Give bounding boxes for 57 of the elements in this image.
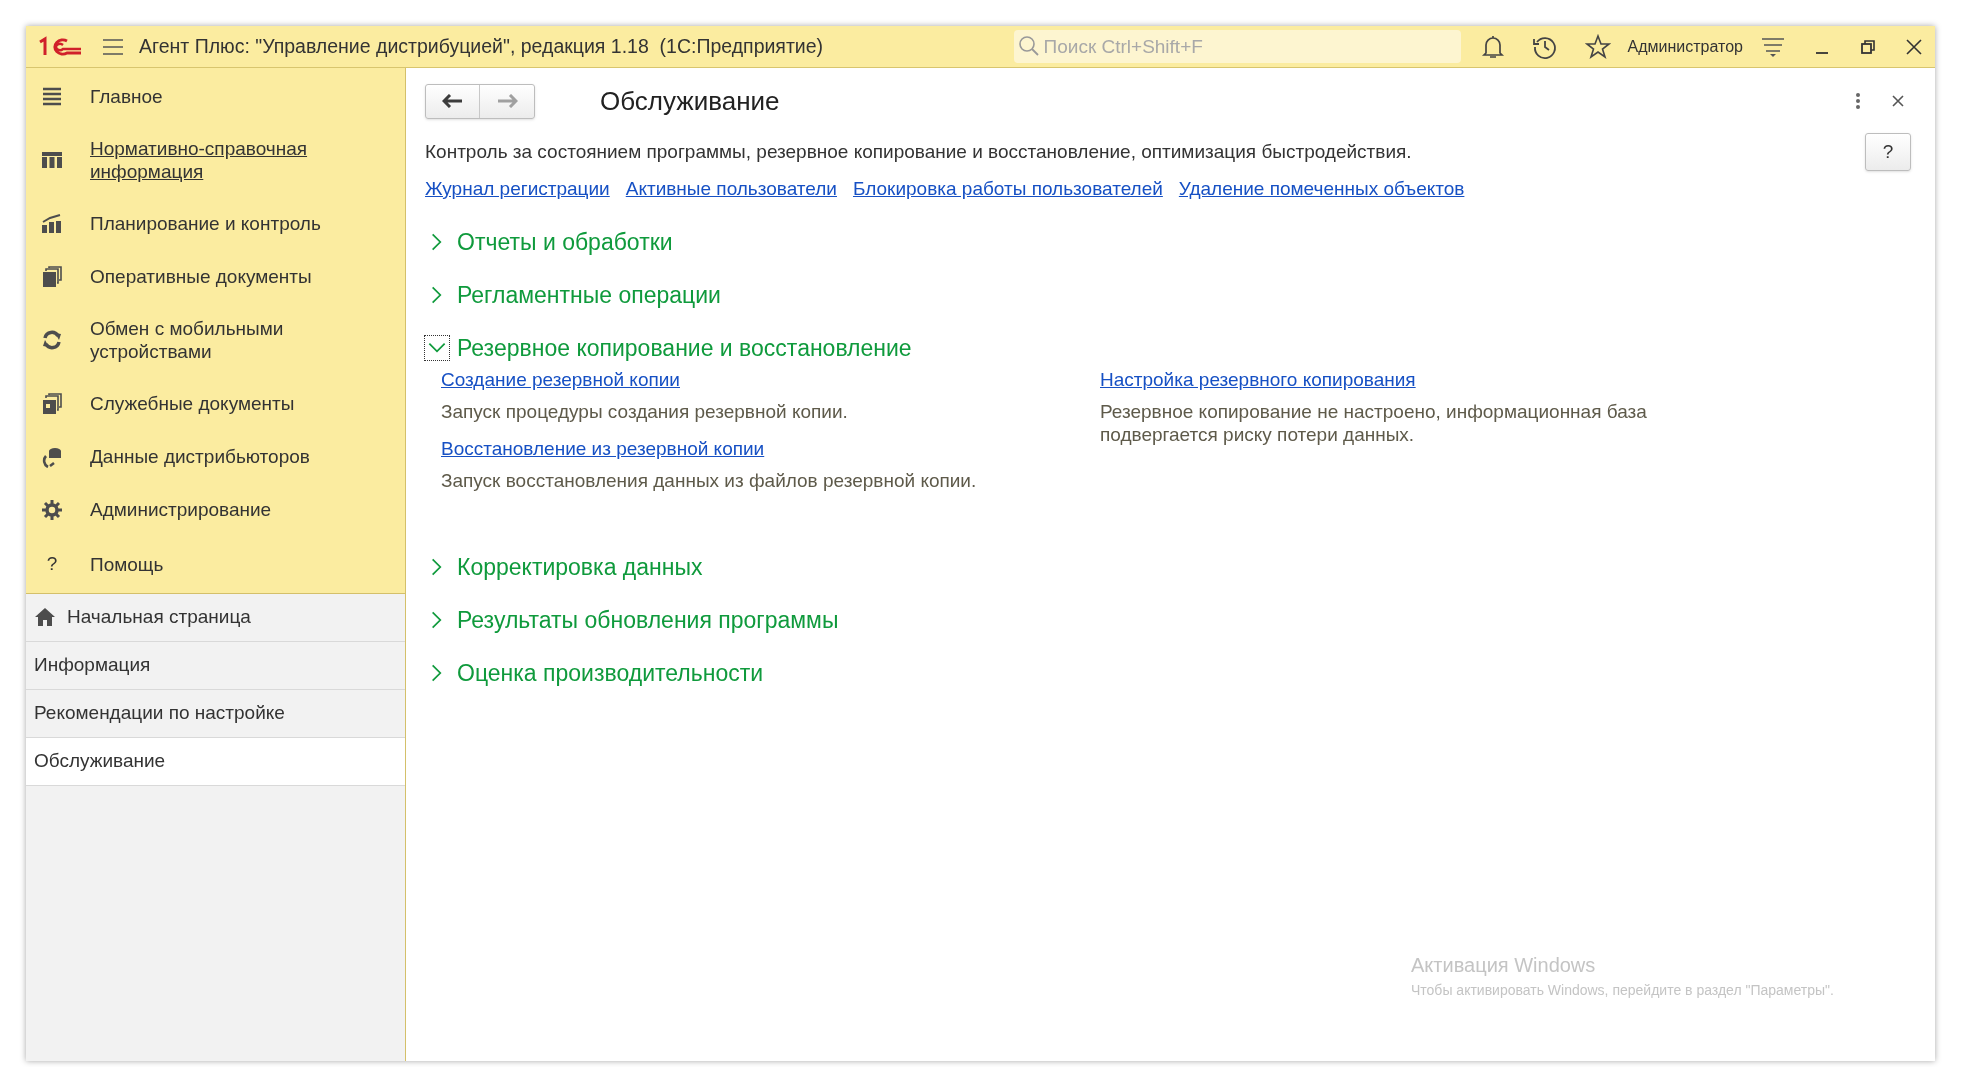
section-icon — [41, 498, 63, 521]
section-icon — [41, 265, 63, 288]
sidebar-section-link[interactable]: Планирование и контроль — [90, 212, 340, 235]
section-icon — [41, 329, 63, 351]
sidebar-section-link[interactable]: Данные дистрибьюторов — [90, 445, 340, 468]
help-icon: ? — [46, 550, 58, 579]
sidebar-section-link[interactable]: Главное — [90, 85, 340, 108]
item-description: Резервное копирование не настроено, информационная база подвергается риску потери данных. — [1100, 399, 1648, 446]
logo-icon — [37, 35, 83, 58]
section-icon — [41, 85, 63, 108]
section-icon — [41, 392, 63, 415]
item-description: Запуск процедуры создания резервной копии. — [441, 399, 849, 423]
section-title[interactable]: Отчеты и обработки — [457, 224, 673, 260]
section-title[interactable]: Оценка производительности — [457, 655, 764, 691]
sidebar-section-link[interactable]: Обмен с мобильными устройствами — [90, 317, 340, 363]
user-name[interactable]: Администратор — [1627, 34, 1743, 59]
link[interactable]: Восстановление из резервной копии — [441, 436, 765, 461]
search-icon — [1017, 35, 1040, 57]
sidebar-section-link[interactable]: Помощь — [90, 552, 340, 576]
section-title[interactable]: Регламентные операции — [457, 277, 721, 313]
activation-text: Чтобы активировать Windows, перейдите в раздел "Параметры". — [1411, 981, 1834, 1000]
section-title[interactable]: Результаты обновления программы — [457, 602, 839, 638]
home-icon — [34, 607, 56, 627]
activation-title: Активация Windows — [1411, 953, 1597, 978]
sidebar-section-link[interactable]: Служебные документы — [90, 392, 340, 415]
search-field[interactable]: Поиск Ctrl+Shift+F — [1013, 30, 1461, 63]
link[interactable]: Журнал регистрации — [425, 175, 610, 204]
section-icon — [41, 445, 63, 468]
window-title: Агент Плюс: "Управление дистрибуцией", редакция 1.18 (1С:Предприятие) — [139, 33, 824, 59]
back-arrow-icon — [441, 94, 464, 108]
sidebar-section-link[interactable]: Администрирование — [90, 498, 340, 521]
close-icon[interactable] — [1891, 94, 1905, 108]
more-icon[interactable] — [1855, 92, 1861, 110]
close-icon[interactable] — [1905, 37, 1923, 56]
item-description: Запуск восстановления данных из файлов резервной копии. — [441, 468, 978, 492]
sidebar-section-link[interactable]: Оперативные документы — [90, 265, 340, 288]
restore-icon[interactable] — [1859, 37, 1877, 56]
link[interactable]: Блокировка работы пользователей — [853, 175, 1163, 204]
section-icon — [41, 212, 63, 235]
star-icon[interactable] — [1584, 33, 1611, 60]
bell-icon[interactable] — [1480, 33, 1505, 60]
help-button[interactable]: ? — [1865, 133, 1911, 171]
forward-arrow-icon — [496, 94, 518, 108]
page-title: Обслуживание — [600, 84, 780, 118]
link[interactable]: Активные пользователи — [625, 175, 837, 204]
sidebar-section-link[interactable]: Нормативно-справочная информация — [90, 137, 340, 183]
link[interactable]: Удаление помеченных объектов — [1178, 175, 1465, 204]
page-description: Контроль за состоянием программы, резервное копирование и восстановление, оптимизация быстродействия. — [425, 140, 1412, 164]
link[interactable]: Создание резервной копии — [441, 367, 680, 392]
link[interactable]: Настройка резервного копирования — [1100, 367, 1416, 392]
menu-icon[interactable] — [102, 37, 124, 56]
filter-menu-icon[interactable] — [1761, 35, 1785, 58]
section-title[interactable]: Корректировка данных — [457, 549, 703, 585]
section-icon — [41, 149, 63, 171]
collapse-chevron-icon[interactable] — [425, 336, 449, 360]
sidebar-nav-item[interactable]: Обслуживание — [26, 737, 405, 786]
section-title[interactable]: Резервное копирование и восстановление — [457, 330, 912, 366]
